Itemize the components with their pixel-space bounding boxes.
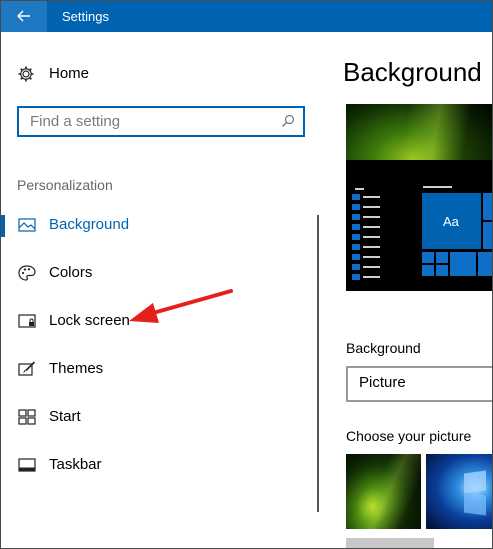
search-icon[interactable]: [281, 114, 295, 128]
back-button[interactable]: [1, 1, 47, 32]
sidebar-item-label: Taskbar: [49, 456, 102, 473]
section-heading: Personalization: [17, 177, 113, 193]
picture-icon: [18, 218, 36, 232]
home-nav-item[interactable]: Home: [17, 63, 277, 85]
window-title: Settings: [62, 9, 109, 24]
taskbar-icon: [18, 458, 36, 472]
sidebar-item-start[interactable]: Start: [1, 400, 301, 434]
sidebar-item-label: Lock screen: [49, 312, 130, 329]
back-arrow-icon: [17, 10, 30, 22]
sidebar-item-themes[interactable]: Themes: [1, 352, 301, 386]
sidebar-item-label: Colors: [49, 264, 93, 281]
sidebar-item-label: Start: [49, 408, 81, 425]
page-title: Background: [343, 57, 482, 87]
picture-thumbnail[interactable]: [346, 538, 434, 548]
search-input[interactable]: Find a setting: [17, 106, 305, 137]
desktop-preview: Aa: [346, 104, 492, 291]
picture-thumbnail[interactable]: [426, 454, 492, 529]
start-grid-icon: [18, 409, 36, 425]
sidebar-item-label: Background: [49, 216, 130, 233]
sidebar-scrollbar[interactable]: [317, 215, 319, 512]
settings-window: Settings Home Find a setting Personaliza…: [0, 0, 493, 549]
palette-icon: [18, 265, 36, 281]
choose-picture-label: Choose your picture: [346, 428, 472, 444]
picture-thumbnail[interactable]: [346, 454, 421, 529]
gear-icon: [18, 66, 34, 82]
annotation-arrow: [129, 289, 233, 323]
selection-indicator: [1, 215, 5, 237]
dropdown-value: Picture: [359, 374, 406, 391]
tile-preview: Aa: [422, 193, 481, 249]
sidebar-item-label: Themes: [49, 360, 104, 377]
search-placeholder: Find a setting: [30, 113, 121, 130]
home-label: Home: [49, 65, 90, 82]
background-type-dropdown[interactable]: Picture: [346, 366, 492, 402]
start-menu-preview: [350, 185, 418, 290]
sidebar-item-background[interactable]: Background: [1, 208, 301, 242]
background-type-label: Background: [346, 340, 421, 356]
sidebar-item-taskbar[interactable]: Taskbar: [1, 448, 301, 482]
lock-screen-icon: [18, 314, 36, 328]
title-bar: Settings: [1, 1, 492, 32]
brush-icon: [18, 361, 36, 376]
